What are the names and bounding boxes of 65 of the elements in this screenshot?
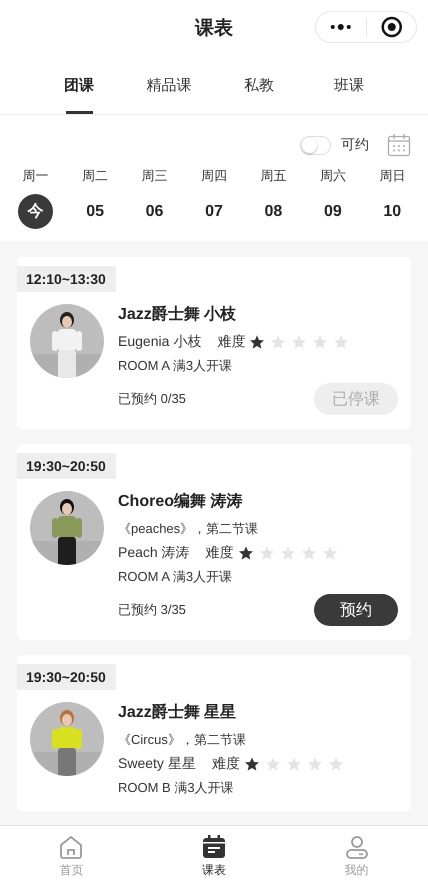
weekday-label: 周日 — [379, 167, 406, 185]
date-item[interactable]: 06 — [137, 194, 172, 229]
home-icon — [58, 834, 84, 860]
toggle-switch[interactable] — [300, 136, 331, 154]
stopped-button: 已停课 — [314, 383, 398, 415]
date-item[interactable]: 05 — [78, 194, 113, 229]
star-icon — [258, 545, 275, 561]
class-title: Choreo编舞 涛涛 — [118, 491, 244, 512]
booked-count: 已预约 0/35 — [118, 390, 186, 408]
class-card[interactable]: 12:10~13:30 Jazz爵士舞 小枝 Eugenia 小枝 难度 ROOM A 满3人开课 已预约 0/35 已停课 — [17, 257, 411, 429]
weekday-label: 周二 — [82, 167, 108, 185]
weekday-label: 周五 — [260, 167, 286, 185]
person-icon — [344, 834, 370, 860]
star-icon — [264, 756, 281, 772]
star-icon — [333, 334, 350, 350]
star-icon — [306, 756, 323, 772]
page-title: 课表 — [195, 17, 233, 41]
teacher-name: Sweety 星星 — [118, 755, 196, 773]
date-item[interactable]: 09 — [315, 194, 350, 229]
star-icon — [300, 545, 317, 561]
class-title: Jazz爵士舞 小枝 — [118, 304, 238, 325]
room-label: ROOM A 满3人开课 — [118, 357, 234, 375]
teacher-name: Peach 涛涛 — [118, 544, 190, 562]
star-icon — [280, 545, 296, 561]
difficulty-label: 难度 — [206, 544, 234, 562]
star-icon — [249, 334, 266, 350]
tab[interactable]: 精品课 — [124, 56, 214, 114]
difficulty-label: 难度 — [212, 755, 240, 773]
star-icon — [238, 545, 254, 561]
date-item[interactable]: 07 — [196, 194, 232, 229]
weekday-label: 周四 — [200, 167, 227, 185]
class-card[interactable]: 19:30~20:50 Jazz爵士舞 星星 《Circus》，第二节课 Sweety 星星 难度 ROOM B 满3人开课 — [17, 655, 411, 811]
date-item[interactable]: 08 — [256, 194, 291, 229]
tab[interactable]: 团课 — [34, 56, 124, 114]
teacher-name: Eugenia 小枝 — [118, 333, 202, 351]
room-label: ROOM B 满3人开课 — [118, 779, 235, 797]
weekday-label: 周三 — [142, 167, 168, 185]
booked-count: 已预约 3/35 — [118, 601, 186, 619]
tab[interactable]: 私教 — [214, 56, 304, 114]
star-icon — [286, 756, 302, 772]
star-icon — [312, 334, 328, 350]
weekday-label: 周一 — [22, 167, 49, 185]
star-icon — [322, 545, 338, 561]
time-label: 19:30~20:50 — [17, 453, 116, 479]
star-icon — [291, 334, 308, 350]
star-icon — [270, 334, 286, 350]
date-item[interactable]: 今 — [18, 194, 54, 229]
book-button[interactable]: 预约 — [314, 594, 398, 626]
calendar-icon — [200, 834, 227, 860]
room-label: ROOM A 满3人开课 — [118, 568, 234, 586]
star-icon — [244, 756, 260, 772]
date-item[interactable]: 10 — [374, 194, 410, 229]
star-icon — [328, 756, 344, 772]
nav-item[interactable]: 课表 — [142, 826, 286, 887]
difficulty-label: 难度 — [217, 333, 246, 351]
weekday-label: 周六 — [320, 167, 346, 185]
song-label: 《Circus》，第二节课 — [118, 731, 247, 749]
class-title: Jazz爵士舞 星星 — [118, 702, 238, 723]
toggle-label: 可约 — [341, 136, 369, 154]
time-label: 12:10~13:30 — [17, 266, 116, 292]
time-label: 19:30~20:50 — [17, 664, 116, 690]
song-label: 《peaches》，第二节课 — [118, 520, 260, 538]
class-card[interactable]: 19:30~20:50 Choreo编舞 涛涛 《peaches》，第二节课 Peach 涛涛 难度 ROOM A 满3人开课 已预约 3/35 预约 — [17, 444, 411, 640]
capsule-menu[interactable] — [315, 11, 417, 43]
tab[interactable]: 班课 — [304, 56, 394, 114]
